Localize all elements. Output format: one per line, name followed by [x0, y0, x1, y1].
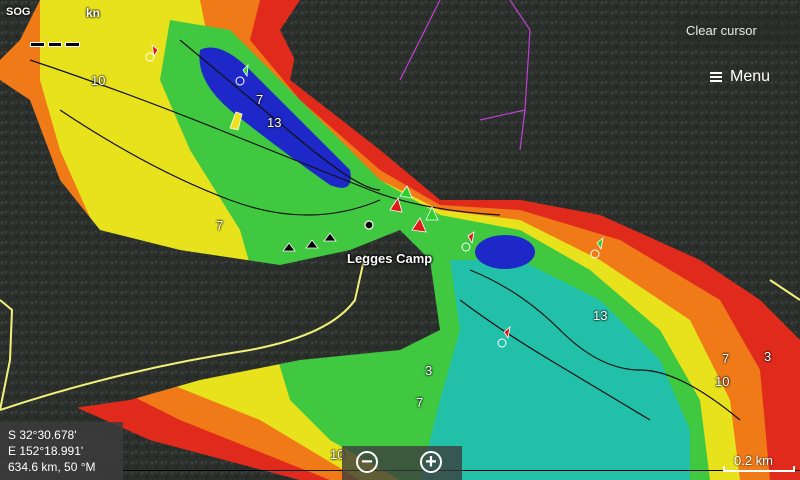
sog-value-dashes	[30, 42, 81, 47]
depth-label: 10	[91, 73, 106, 88]
longitude: E 152°18.991'	[8, 444, 84, 458]
zoom-controls: − +	[342, 446, 462, 480]
place-name-label: Legges Camp	[347, 251, 433, 266]
scale-bar	[723, 466, 795, 472]
depth-label: 7	[256, 92, 264, 107]
deep-hole	[475, 235, 535, 269]
waypoint	[364, 220, 374, 230]
depth-label: 7	[416, 395, 424, 410]
position-panel: S 32°30.678' E 152°18.991' 634.6 km, 50 …	[0, 422, 123, 480]
latitude: S 32°30.678'	[8, 428, 77, 442]
depth-label: 7	[216, 218, 224, 233]
chart-map[interactable]	[0, 0, 800, 480]
zoom-in-button[interactable]: +	[420, 451, 442, 473]
sog-unit: kn	[86, 6, 101, 20]
range-bearing: 634.6 km, 50 °M	[8, 460, 96, 474]
depth-label: 3	[425, 363, 433, 378]
depth-label: 13	[267, 115, 282, 130]
depth-label: 3	[764, 349, 772, 364]
depth-label: 13	[593, 308, 608, 323]
hamburger-icon	[710, 70, 722, 84]
depth-label: 7	[722, 351, 730, 366]
menu-button[interactable]: Menu	[700, 60, 792, 94]
menu-label: Menu	[730, 68, 771, 85]
depth-label: 10	[715, 374, 730, 389]
sog-label: SOG	[6, 6, 31, 18]
clear-cursor-button[interactable]: Clear cursor	[676, 14, 798, 48]
zoom-out-button[interactable]: −	[356, 451, 378, 473]
